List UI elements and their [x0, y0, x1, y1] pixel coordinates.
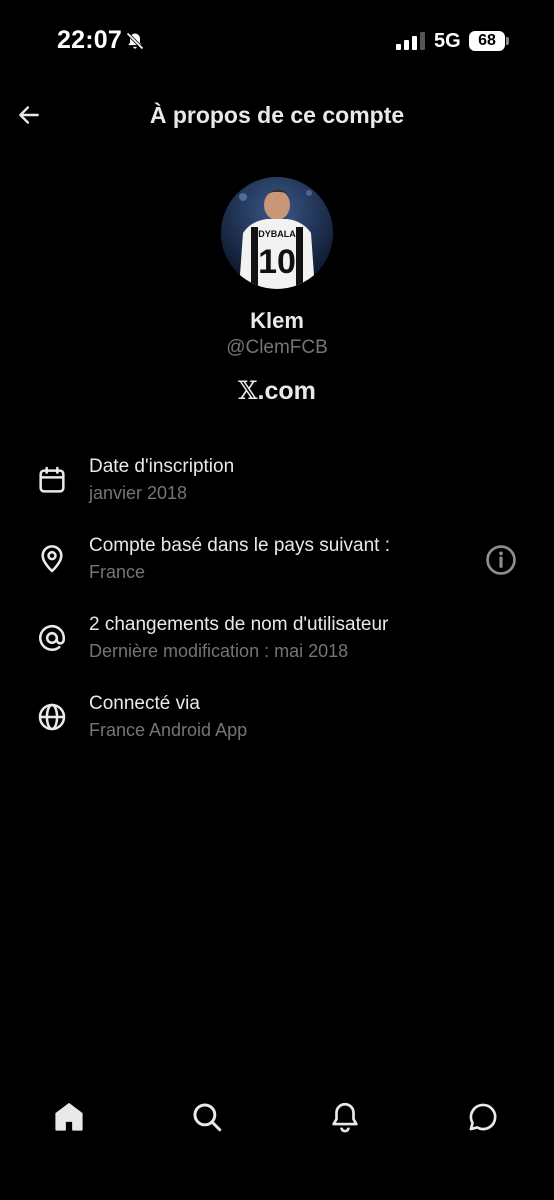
- info-value: France Android App: [89, 720, 248, 740]
- info-circle-icon[interactable]: [484, 543, 518, 577]
- status-bar: 22:07 5G 68: [0, 0, 554, 80]
- brand-logo: 𝕏.com: [0, 376, 554, 406]
- header: À propos de ce compte: [0, 90, 554, 140]
- network-type: 5G: [434, 30, 461, 52]
- battery-tip: [506, 37, 509, 45]
- search-icon: [193, 1103, 222, 1132]
- nav-messages[interactable]: [465, 1099, 501, 1135]
- info-row-username-changes: 2 changements de nom d'utilisateur Derni…: [0, 610, 554, 670]
- info-value: janvier 2018: [89, 483, 188, 503]
- brand-suffix: .com: [257, 377, 316, 405]
- info-label: Date d'inscription: [89, 456, 235, 477]
- page-title: À propos de ce compte: [149, 102, 405, 128]
- nav-search[interactable]: [189, 1099, 225, 1135]
- status-time: 22:07: [57, 26, 122, 54]
- signal-icon: [396, 32, 425, 50]
- calendar-icon: [39, 466, 65, 493]
- chat-bubble-icon: [469, 1103, 497, 1131]
- jersey-name: DYBALA: [258, 229, 296, 239]
- bell-off-icon: [126, 32, 144, 50]
- avatar-image: DYBALA 10: [221, 177, 333, 289]
- info-row-connected-via: Connecté via France Android App: [0, 689, 554, 749]
- at-sign-icon: [39, 624, 66, 651]
- info-label: Compte basé dans le pays suivant :: [89, 535, 391, 556]
- info-label: Connecté via: [89, 693, 200, 714]
- info-row-country: Compte basé dans le pays suivant : Franc…: [0, 531, 554, 591]
- info-label: 2 changements de nom d'utilisateur: [89, 614, 389, 635]
- home-icon: [55, 1103, 83, 1131]
- bottom-nav: [0, 1080, 554, 1156]
- bell-icon: [332, 1102, 358, 1133]
- info-value: Dernière modification : mai 2018: [89, 641, 349, 661]
- location-pin-icon: [41, 545, 63, 573]
- jersey-number: 10: [258, 243, 296, 281]
- nav-home[interactable]: [51, 1099, 87, 1135]
- info-row-join-date: Date d'inscription janvier 2018: [0, 452, 554, 512]
- display-name: Klem: [250, 308, 304, 333]
- info-value: France: [89, 562, 146, 582]
- globe-icon: [38, 703, 66, 731]
- x-logo-icon: 𝕏: [238, 376, 258, 405]
- battery-icon: 68: [469, 31, 505, 51]
- avatar[interactable]: DYBALA 10: [221, 177, 333, 289]
- username-handle: @ClemFCB: [226, 337, 328, 358]
- nav-notifications[interactable]: [327, 1099, 363, 1135]
